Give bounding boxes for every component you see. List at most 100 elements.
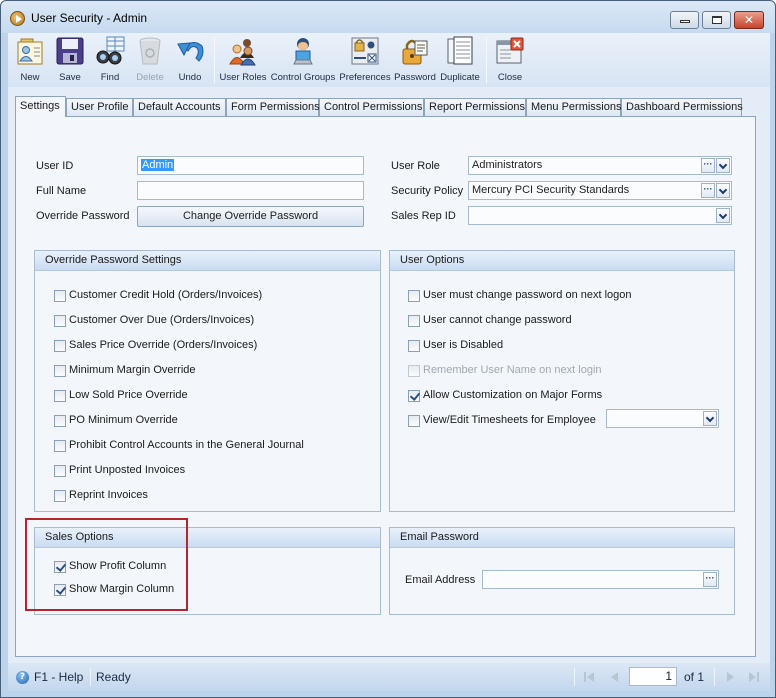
tab-form-permissions[interactable]: Form Permissions [226, 98, 320, 116]
new-label: New [20, 72, 40, 83]
previous-page-button[interactable] [609, 671, 621, 683]
tab-dashboard-permissions[interactable]: Dashboard Permissions [621, 98, 743, 116]
user-options-group: User Options User must change password o… [389, 250, 735, 512]
checkbox[interactable] [408, 315, 420, 327]
delete-button[interactable]: Delete [130, 33, 170, 87]
security-policy-dropdown-button[interactable] [716, 183, 730, 198]
status-separator [714, 668, 715, 686]
toolbar-separator [214, 37, 215, 83]
first-page-arrow [587, 672, 594, 682]
change-override-password-button[interactable]: Change Override Password [137, 206, 364, 227]
group-header: Email Password [390, 528, 734, 548]
email-address-browse-button[interactable]: ··· [703, 572, 717, 587]
next-page-icon [727, 672, 734, 682]
checkbox-label: Show Profit Column [69, 560, 167, 572]
find-button[interactable]: Find [90, 33, 130, 87]
checkbox-checked[interactable] [54, 561, 66, 573]
checkbox-label: User cannot change password [423, 314, 572, 326]
duplicate-button[interactable]: Duplicate [437, 33, 483, 87]
checkbox-label: Minimum Margin Override [69, 364, 196, 376]
checkbox[interactable] [54, 440, 66, 452]
last-page-button[interactable] [749, 671, 761, 683]
security-policy-label: Security Policy [391, 185, 464, 197]
tab-default-accounts[interactable]: Default Accounts [133, 98, 226, 116]
checkbox[interactable] [54, 415, 66, 427]
checkbox [408, 365, 420, 377]
last-page-bar [757, 672, 759, 682]
help-icon[interactable]: ? [16, 671, 29, 684]
user-roles-label: User Roles [219, 72, 267, 83]
checkbox-label: Allow Customization on Major Forms [423, 389, 603, 401]
checkbox-label: User must change password on next logon [423, 289, 632, 301]
user-id-label: User ID [36, 160, 74, 172]
sales-rep-id-combo[interactable] [468, 206, 732, 225]
email-address-input[interactable]: ··· [482, 570, 719, 589]
user-group-icon [229, 39, 256, 66]
group-header: Override Password Settings [35, 251, 380, 271]
checkbox-label: Show Margin Column [69, 583, 175, 595]
checkbox[interactable] [408, 290, 420, 302]
checkbox[interactable] [54, 290, 66, 302]
checkbox[interactable] [408, 415, 420, 427]
password-button[interactable]: Password [393, 33, 437, 87]
checkbox-label: Customer Over Due (Orders/Invoices) [69, 314, 255, 326]
minimize-icon [680, 20, 690, 23]
tab-menu-permissions[interactable]: Menu Permissions [526, 98, 621, 116]
close-window-icon [496, 37, 524, 64]
checkbox[interactable] [54, 465, 66, 477]
undo-label: Undo [178, 72, 202, 83]
checkbox-checked[interactable] [54, 584, 66, 596]
first-page-button[interactable] [584, 671, 596, 683]
preferences-label: Preferences [339, 72, 391, 83]
checkbox-label: Prohibit Control Accounts in the General… [69, 439, 304, 451]
trash-bin-icon [139, 37, 161, 65]
maximize-button[interactable] [702, 11, 731, 29]
undo-button[interactable]: Undo [170, 33, 210, 87]
tab-report-permissions[interactable]: Report Permissions [424, 98, 526, 116]
tab-control-permissions[interactable]: Control Permissions [319, 98, 424, 116]
checkbox[interactable] [54, 340, 66, 352]
user-role-dropdown-button[interactable] [716, 158, 730, 173]
tab-user-profile[interactable]: User Profile [66, 98, 133, 116]
user-id-value: Admin [141, 159, 175, 171]
security-policy-browse-button[interactable]: ··· [701, 183, 715, 198]
chevron-down-icon [718, 160, 728, 170]
checkbox[interactable] [54, 490, 66, 502]
status-bar: ? F1 - Help Ready 1 of 1 [8, 663, 770, 691]
checkbox-label: Customer Credit Hold (Orders/Invoices) [69, 289, 263, 301]
checkbox[interactable] [54, 365, 66, 377]
checkbox-label: PO Minimum Override [69, 414, 178, 426]
control-groups-button[interactable]: Control Groups [269, 33, 337, 87]
checkbox[interactable] [54, 315, 66, 327]
employee-select[interactable] [606, 409, 719, 428]
checkbox-label: Low Sold Price Override [69, 389, 188, 401]
window-title: User Security - Admin [31, 11, 148, 25]
help-text[interactable]: F1 - Help [34, 670, 83, 684]
sales-rep-id-dropdown-button[interactable] [716, 208, 730, 223]
user-id-input[interactable]: Admin [137, 156, 364, 175]
tab-settings[interactable]: Settings [15, 96, 66, 117]
save-button[interactable]: Save [50, 33, 90, 87]
user-role-combo[interactable]: Administrators ··· [468, 156, 732, 175]
duplicate-document-icon [447, 36, 473, 65]
first-page-icon [584, 672, 586, 682]
email-address-label: Email Address [405, 574, 476, 586]
security-policy-value: Mercury PCI Security Standards [472, 184, 630, 196]
chevron-down-icon [718, 210, 728, 220]
full-name-input[interactable] [137, 181, 364, 200]
next-page-button[interactable] [725, 671, 737, 683]
user-role-browse-button[interactable]: ··· [701, 158, 715, 173]
checkbox[interactable] [54, 390, 66, 402]
employee-dropdown-button[interactable] [703, 411, 717, 426]
user-computer-icon [293, 38, 313, 65]
close-window-button[interactable]: ✕ [734, 11, 764, 29]
user-roles-button[interactable]: User Roles [217, 33, 269, 87]
checkbox-checked[interactable] [408, 390, 420, 402]
new-button[interactable]: New [10, 33, 50, 87]
security-policy-combo[interactable]: Mercury PCI Security Standards ··· [468, 181, 732, 200]
close-button[interactable]: Close [490, 33, 530, 87]
minimize-button[interactable] [670, 11, 699, 29]
checkbox[interactable] [408, 340, 420, 352]
page-number-input[interactable]: 1 [629, 667, 677, 686]
preferences-button[interactable]: Preferences [337, 33, 393, 87]
